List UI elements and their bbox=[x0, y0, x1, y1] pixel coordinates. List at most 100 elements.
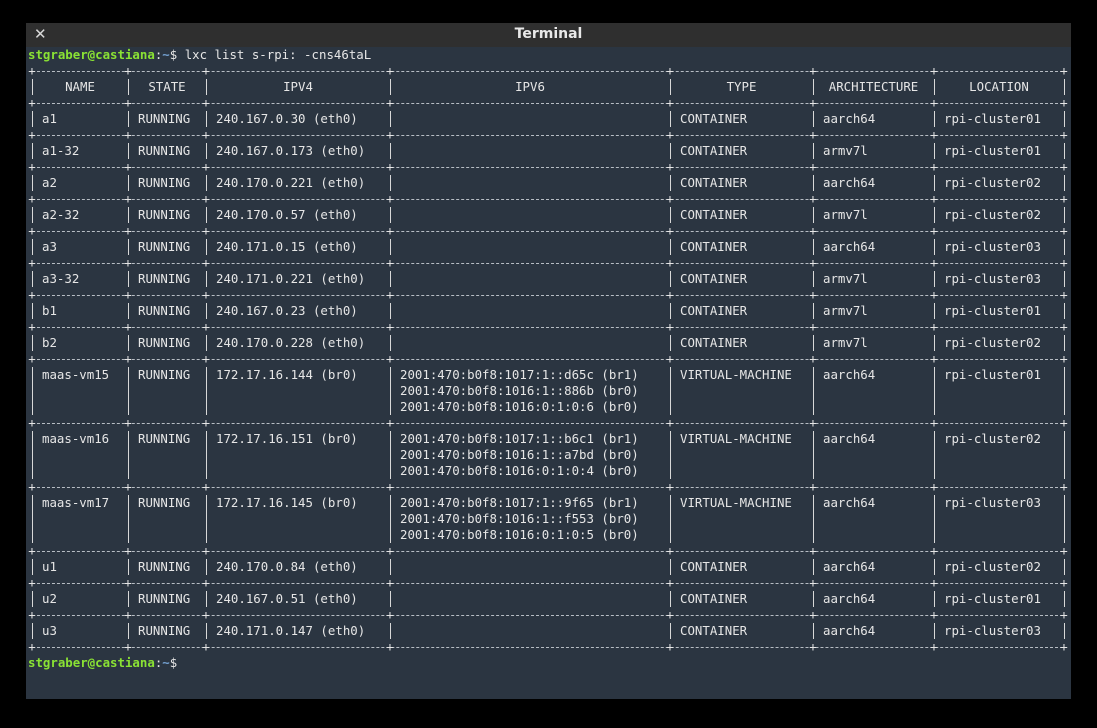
table-border bbox=[390, 239, 391, 255]
table-border bbox=[813, 495, 814, 543]
table-corner: + bbox=[28, 575, 36, 590]
table-border bbox=[813, 111, 814, 127]
table-border bbox=[390, 79, 391, 95]
table-corner: + bbox=[124, 191, 132, 206]
table-corner: + bbox=[809, 95, 817, 110]
table-separator: + + + + + + + + bbox=[28, 607, 1071, 623]
table-border bbox=[670, 111, 671, 127]
table-row: a3 RUNNING 240.171.0.15 (eth0) CONTAINER aar… bbox=[28, 239, 1071, 255]
table-corner: + bbox=[809, 255, 817, 270]
table-border bbox=[934, 303, 935, 319]
table-border bbox=[670, 303, 671, 319]
table-cell-architecture: aarch64 bbox=[823, 559, 876, 574]
table-corner: + bbox=[666, 479, 674, 494]
table-row: a3-32 RUNNING 240.171.0.221 (eth0) CONTAINE… bbox=[28, 271, 1071, 287]
table-cell-type: VIRTUAL-MACHINE bbox=[680, 431, 792, 446]
table-corner: + bbox=[202, 543, 210, 558]
table-cell-state: RUNNING bbox=[138, 431, 191, 446]
table-border bbox=[32, 591, 33, 607]
instance-table: + + + + + + + + NAME STATE IPV4 IPV6 TYPE ARCHITECTUR… bbox=[28, 63, 1071, 655]
terminal-output[interactable]: stgraber@castiana:~$ lxc list s-rpi: -cn… bbox=[28, 47, 1071, 699]
table-border bbox=[813, 335, 814, 351]
table-row: a2-32 RUNNING 240.170.0.57 (eth0) CONTAINER… bbox=[28, 207, 1071, 223]
table-corner: + bbox=[28, 415, 36, 430]
table-row: u1 RUNNING 240.170.0.84 (eth0) CONTAINER aar… bbox=[28, 559, 1071, 575]
table-border bbox=[813, 367, 814, 415]
table-corner: + bbox=[1060, 575, 1068, 590]
table-border bbox=[670, 431, 671, 479]
table-border bbox=[128, 559, 129, 575]
table-cell-type: CONTAINER bbox=[680, 111, 748, 126]
table-cell-ipv4: 240.170.0.228 (eth0) bbox=[216, 335, 366, 350]
table-separator: + + + + + + + + bbox=[28, 479, 1071, 495]
table-cell-type: CONTAINER bbox=[680, 623, 748, 638]
table-corner: + bbox=[930, 287, 938, 302]
table-border bbox=[32, 623, 33, 639]
table-separator: + + + + + + + + bbox=[28, 639, 1071, 655]
table-cell-name: a3-32 bbox=[42, 271, 80, 286]
table-border bbox=[670, 623, 671, 639]
table-cell-location: rpi-cluster02 bbox=[944, 207, 1041, 222]
table-corner: + bbox=[809, 127, 817, 142]
table-border bbox=[206, 207, 207, 223]
table-border bbox=[390, 623, 391, 639]
column-header-state: STATE bbox=[148, 79, 186, 94]
table-corner: + bbox=[28, 319, 36, 334]
table-border bbox=[206, 143, 207, 159]
table-corner: + bbox=[809, 351, 817, 366]
table-border bbox=[670, 207, 671, 223]
table-cell-state: RUNNING bbox=[138, 271, 191, 286]
table-cell-ipv6: 2001:470:b0f8:1017:1::b6c1 (br1) 2001:47… bbox=[400, 431, 639, 478]
table-cell-ipv4: 240.170.0.84 (eth0) bbox=[216, 559, 358, 574]
table-corner: + bbox=[1060, 255, 1068, 270]
table-corner: + bbox=[386, 191, 394, 206]
table-cell-state: RUNNING bbox=[138, 591, 191, 606]
table-separator: + + + + + + + + bbox=[28, 63, 1071, 79]
table-cell-architecture: aarch64 bbox=[823, 175, 876, 190]
table-corner: + bbox=[1060, 319, 1068, 334]
table-cell-name: maas-vm17 bbox=[42, 495, 110, 510]
table-cell-ipv4: 240.167.0.173 (eth0) bbox=[216, 143, 366, 158]
table-row: u3 RUNNING 240.171.0.147 (eth0) CONTAINER aa… bbox=[28, 623, 1071, 639]
terminal-window[interactable]: ✕ Terminal stgraber@castiana:~$ lxc list… bbox=[26, 23, 1071, 699]
table-border bbox=[1064, 431, 1065, 479]
table-corner: + bbox=[809, 575, 817, 590]
table-border bbox=[1064, 591, 1065, 607]
table-corner: + bbox=[1060, 351, 1068, 366]
table-corner: + bbox=[124, 351, 132, 366]
table-cell-state: RUNNING bbox=[138, 367, 191, 382]
table-cell-type: CONTAINER bbox=[680, 239, 748, 254]
table-border bbox=[934, 239, 935, 255]
table-corner: + bbox=[666, 319, 674, 334]
table-cell-architecture: aarch64 bbox=[823, 111, 876, 126]
table-border bbox=[670, 143, 671, 159]
table-cell-type: CONTAINER bbox=[680, 271, 748, 286]
table-border bbox=[390, 335, 391, 351]
table-cell-ipv4: 240.171.0.221 (eth0) bbox=[216, 271, 366, 286]
table-border bbox=[32, 431, 33, 479]
table-cell-name: u3 bbox=[42, 623, 57, 638]
table-cell-location: rpi-cluster01 bbox=[944, 303, 1041, 318]
table-cell-ipv4: 240.167.0.23 (eth0) bbox=[216, 303, 358, 318]
table-border bbox=[670, 495, 671, 543]
prompt-line[interactable]: stgraber@castiana:~$ bbox=[28, 655, 1071, 671]
table-cell-type: CONTAINER bbox=[680, 175, 748, 190]
table-cell-name: maas-vm16 bbox=[42, 431, 110, 446]
table-corner: + bbox=[124, 575, 132, 590]
table-separator: + + + + + + + + bbox=[28, 191, 1071, 207]
table-corner: + bbox=[666, 543, 674, 558]
table-corner: + bbox=[930, 191, 938, 206]
table-border bbox=[813, 591, 814, 607]
table-cell-name: b2 bbox=[42, 335, 57, 350]
table-cell-name: maas-vm15 bbox=[42, 367, 110, 382]
table-border bbox=[813, 623, 814, 639]
table-border bbox=[813, 431, 814, 479]
table-corner: + bbox=[666, 127, 674, 142]
table-border bbox=[1064, 207, 1065, 223]
table-border bbox=[206, 623, 207, 639]
table-cell-location: rpi-cluster01 bbox=[944, 367, 1041, 382]
table-border bbox=[32, 271, 33, 287]
table-separator: + + + + + + + + bbox=[28, 415, 1071, 431]
table-border bbox=[934, 143, 935, 159]
table-corner: + bbox=[386, 159, 394, 174]
